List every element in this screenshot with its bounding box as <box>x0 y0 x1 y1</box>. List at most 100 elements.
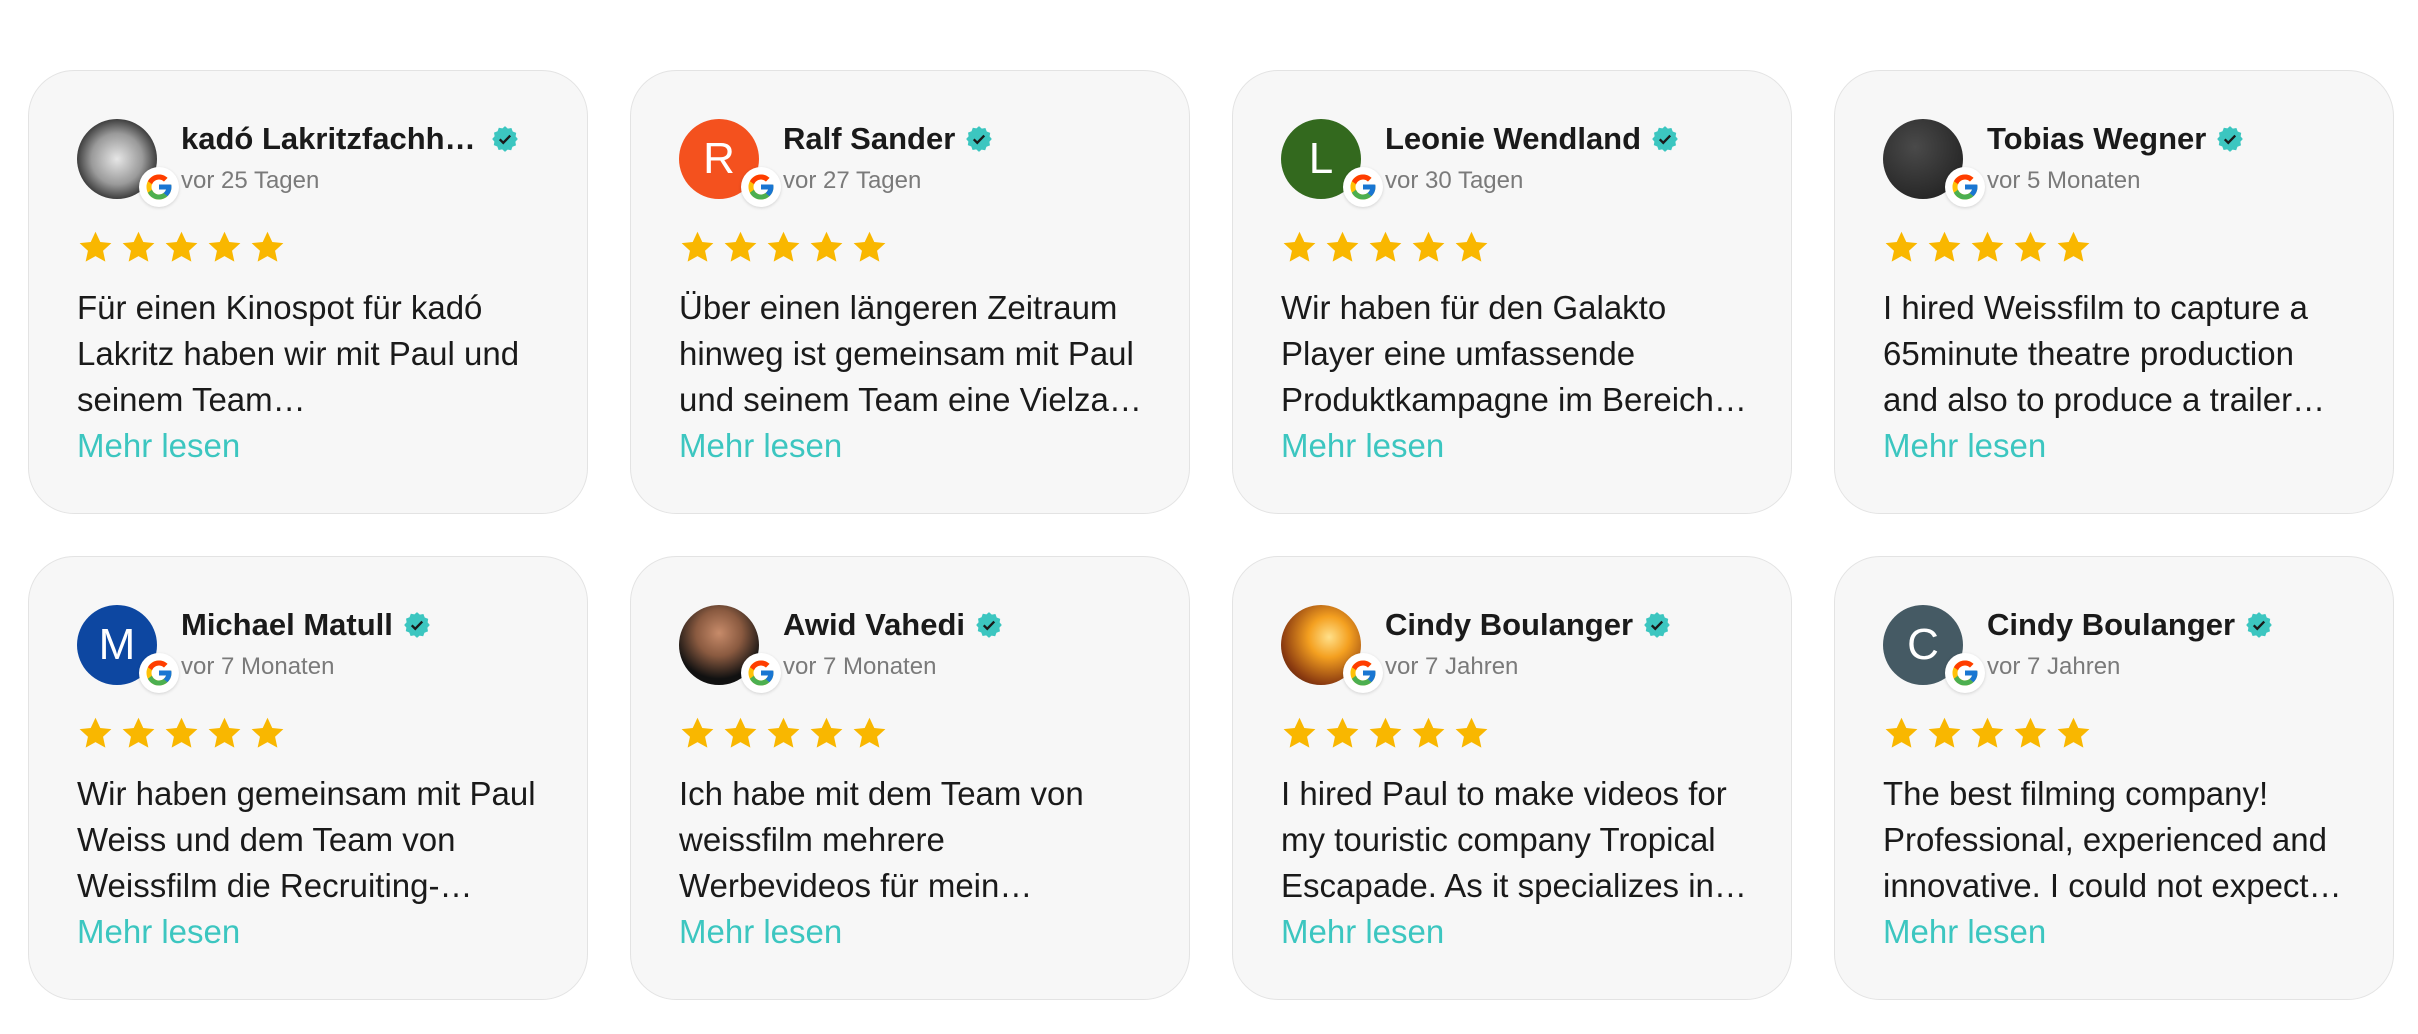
review-text-line: Produktkampagne im Bereich… <box>1281 381 1743 418</box>
star-icon <box>208 231 241 262</box>
review-text-line: 65minute theatre production <box>1883 335 2294 372</box>
read-more-link[interactable]: Mehr lesen <box>1883 423 2046 469</box>
verified-icon <box>2217 126 2244 152</box>
reviewer-name[interactable]: kadó Lakritzfachha… <box>181 121 481 157</box>
google-icon <box>1945 167 1985 207</box>
review-text-line: my touristic company Tropical <box>1281 821 1716 858</box>
star-icon <box>1326 231 1359 262</box>
review-text: I hired Weissfilm to capture a 65minute t… <box>1883 285 2345 423</box>
star-icon <box>2014 717 2047 748</box>
star-icon <box>681 231 714 262</box>
review-date: vor 7 Monaten <box>181 653 335 680</box>
review-text: The best filming company! Professional, e… <box>1883 771 2345 909</box>
verified-icon <box>2246 612 2272 638</box>
star-icon <box>1369 717 1402 748</box>
reviewer-name[interactable]: Tobias Wegner <box>1987 121 2206 157</box>
star-icon <box>1455 717 1488 748</box>
star-icon <box>165 717 198 748</box>
star-icon <box>853 231 886 262</box>
read-more-link[interactable]: Mehr lesen <box>679 423 842 469</box>
review-card: R Ralf Sander vor 27 Tagen Über einen lä… <box>630 70 1190 514</box>
name-row: Awid Vahedi <box>783 607 1003 643</box>
star-rating <box>1883 715 2345 755</box>
reviewer-name[interactable]: Ralf Sander <box>783 121 955 157</box>
review-meta: Tobias Wegner vor 5 Monaten <box>1987 119 2244 195</box>
review-card: Awid Vahedi vor 7 Monaten Ich habe mit d… <box>630 556 1190 1000</box>
star-icon <box>79 717 112 748</box>
name-row: Cindy Boulanger <box>1385 607 1671 643</box>
read-more-link[interactable]: Mehr lesen <box>679 909 842 955</box>
review-text: Wir haben für den Galakto Player eine umf… <box>1281 285 1743 423</box>
read-more-link[interactable]: Mehr lesen <box>77 423 240 469</box>
review-text-line: Lakritz haben wir mit Paul und <box>77 335 520 372</box>
google-icon <box>741 653 781 693</box>
reviewer-name[interactable]: Michael Matull <box>181 607 393 643</box>
review-text-line: weissfilm mehrere <box>679 821 945 858</box>
review-card: C Cindy Boulanger vor 7 Jahren The best … <box>1834 556 2394 1000</box>
read-more-link[interactable]: Mehr lesen <box>1281 909 1444 955</box>
review-meta: Cindy Boulanger vor 7 Jahren <box>1385 605 1671 681</box>
verified-icon <box>966 126 993 152</box>
review-header: Awid Vahedi vor 7 Monaten <box>679 605 1141 693</box>
name-row: Leonie Wendland <box>1385 121 1679 157</box>
review-date: vor 25 Tagen <box>181 167 320 194</box>
star-icon <box>2057 231 2090 262</box>
star-icon <box>1971 717 2004 748</box>
star-icon <box>122 231 155 262</box>
review-text: Ich habe mit dem Team von weissfilm mehre… <box>679 771 1141 909</box>
star-icon <box>1412 717 1445 748</box>
review-text-line: Für einen Kinospot für kadó <box>77 289 483 326</box>
avatar-letter: M <box>98 620 136 669</box>
reviewer-name[interactable]: Cindy Boulanger <box>1385 607 1633 643</box>
review-meta: Leonie Wendland vor 30 Tagen <box>1385 119 1679 195</box>
review-header: C Cindy Boulanger vor 7 Jahren <box>1883 605 2345 693</box>
read-more-link[interactable]: Mehr lesen <box>1883 909 2046 955</box>
read-more-link[interactable]: Mehr lesen <box>77 909 240 955</box>
review-text-line: Ich habe mit dem Team von <box>679 775 1084 812</box>
name-row: Tobias Wegner <box>1987 121 2244 157</box>
review-text-line: und seinem Team eine Vielza… <box>679 381 1141 418</box>
google-icon <box>1945 653 1985 693</box>
star-icon <box>767 717 800 748</box>
star-icon <box>1885 231 1918 262</box>
review-card: Cindy Boulanger vor 7 Jahren I hired Pau… <box>1232 556 1792 1000</box>
reviewer-name[interactable]: Awid Vahedi <box>783 607 965 643</box>
star-icon <box>208 717 241 748</box>
review-date: vor 27 Tagen <box>783 167 922 194</box>
review-meta: kadó Lakritzfachha… vor 25 Tagen <box>181 119 519 195</box>
review-text: Wir haben gemeinsam mit Paul Weiss und de… <box>77 771 539 909</box>
review-meta: Awid Vahedi vor 7 Monaten <box>783 605 1003 681</box>
verified-icon <box>1644 612 1670 638</box>
review-meta: Cindy Boulanger vor 7 Jahren <box>1987 605 2273 681</box>
review-text-line: I hired Paul to make videos for <box>1281 775 1727 812</box>
avatar-wrap: R <box>679 119 781 207</box>
star-icon <box>810 231 843 262</box>
star-icon <box>1326 717 1359 748</box>
avatar-wrap: M <box>77 605 179 693</box>
review-header: M Michael Matull vor 7 Monaten <box>77 605 539 693</box>
review-text-line: Wir haben gemeinsam mit Paul <box>77 775 536 812</box>
reviewer-name[interactable]: Cindy Boulanger <box>1987 607 2235 643</box>
review-header: Tobias Wegner vor 5 Monaten <box>1883 119 2345 207</box>
avatar-letter: R <box>703 134 735 183</box>
review-text-line: seinem Team… <box>77 381 306 418</box>
review-text-line: The best filming company! <box>1883 775 2269 812</box>
name-row: Ralf Sander <box>783 121 993 157</box>
star-icon <box>681 717 714 748</box>
star-icon <box>1971 231 2004 262</box>
google-icon <box>1343 653 1383 693</box>
review-card: M Michael Matull vor 7 Monaten Wir haben… <box>28 556 588 1000</box>
avatar-wrap <box>77 119 179 207</box>
google-icon <box>1343 167 1383 207</box>
star-icon <box>122 717 155 748</box>
review-text-line: Player eine umfassende <box>1281 335 1636 372</box>
read-more-link[interactable]: Mehr lesen <box>1281 423 1444 469</box>
verified-icon <box>976 612 1002 638</box>
review-text-line: Escapade. As it specializes in… <box>1281 867 1743 904</box>
star-icon <box>165 231 198 262</box>
star-icon <box>810 717 843 748</box>
review-meta: Ralf Sander vor 27 Tagen <box>783 119 993 195</box>
reviewer-name[interactable]: Leonie Wendland <box>1385 121 1641 157</box>
review-text-line: Professional, experienced and <box>1883 821 2327 858</box>
star-rating <box>679 229 1141 269</box>
